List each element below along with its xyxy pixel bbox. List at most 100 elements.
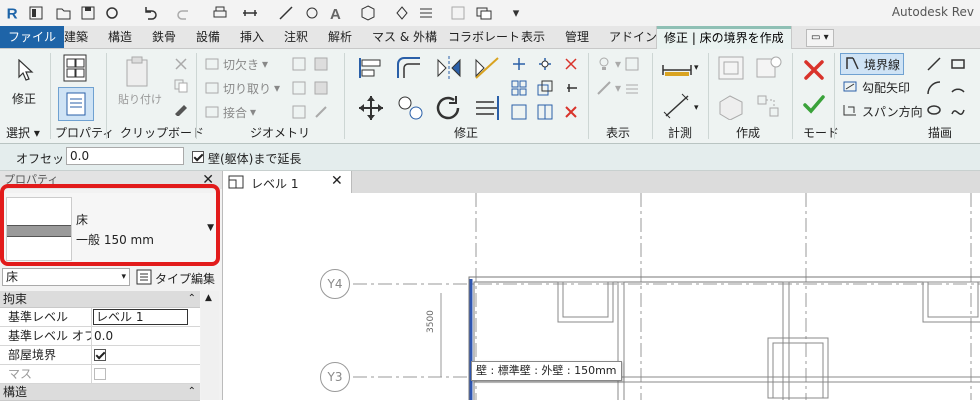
undo-icon[interactable] — [140, 3, 160, 23]
trim-extend-icon[interactable] — [470, 93, 504, 123]
align-icon[interactable] — [354, 53, 388, 83]
base-level-value[interactable]: レベル 1 — [93, 309, 188, 325]
dimension-icon[interactable] — [660, 91, 694, 121]
line-tool-icon[interactable] — [924, 55, 944, 73]
instance-filter-select[interactable]: 床 ▾ — [2, 268, 130, 286]
category-constraints[interactable]: 拘束 ⌃ — [0, 291, 200, 308]
open-file-icon[interactable] — [54, 3, 74, 23]
unpin-icon[interactable] — [562, 79, 580, 97]
move-icon[interactable] — [354, 93, 388, 123]
type-dropdown-icon[interactable]: ▼ — [207, 223, 214, 233]
paste-button[interactable]: 貼り付け — [118, 91, 162, 107]
edit-type-button[interactable]: タイプ編集 — [136, 269, 215, 288]
measure-dropdown-icon[interactable]: ▾ — [694, 63, 699, 73]
demolish-icon[interactable] — [290, 103, 308, 121]
tab-structure[interactable]: 構造 — [108, 26, 132, 48]
tab-annotate[interactable]: 注釈 — [284, 26, 308, 48]
modify-button[interactable]: 修正 — [12, 90, 36, 107]
ribbon-minimize-icon[interactable]: ▭ ▾ — [806, 29, 834, 47]
type-properties-icon[interactable] — [58, 53, 94, 83]
join-button[interactable]: 接合 ▾ — [204, 103, 256, 121]
type-selector[interactable]: 床 一般 150 mm ▼ — [2, 193, 220, 265]
move-small-icon[interactable] — [510, 55, 528, 73]
tab-architecture[interactable]: 建築 — [64, 26, 88, 48]
tab-insert[interactable]: 挿入 — [240, 26, 264, 48]
tab-massing-site[interactable]: マス & 外構 — [372, 26, 437, 48]
properties-close-icon[interactable]: ✕ — [202, 171, 214, 189]
properties-toggle-icon[interactable] — [58, 87, 94, 121]
3d-view-icon[interactable] — [358, 3, 378, 23]
sync-icon[interactable] — [102, 3, 122, 23]
rotate-icon[interactable] — [432, 93, 466, 123]
span-direction-button[interactable]: スパン方向 — [842, 101, 923, 121]
tag-icon[interactable] — [302, 3, 322, 23]
scroll-up-icon[interactable]: ▲ — [205, 293, 212, 303]
tab-collaborate[interactable]: コラボレート — [448, 26, 520, 48]
customize-qat-icon[interactable]: ▾ — [506, 3, 526, 23]
print-icon[interactable] — [210, 3, 230, 23]
copy-icon[interactable] — [172, 77, 190, 95]
offset-input[interactable]: 0.0 — [66, 147, 184, 165]
category-structure[interactable]: 構造 ⌃ — [0, 384, 200, 401]
slope-arrow-button[interactable]: 勾配矢印 — [842, 77, 910, 97]
collapse-icon[interactable]: ⌃ — [188, 384, 196, 400]
tab-analyze[interactable]: 解析 — [328, 26, 352, 48]
text-icon[interactable]: A — [326, 3, 346, 23]
rectangle-tool-icon[interactable] — [948, 55, 968, 73]
create-group-icon[interactable] — [752, 53, 786, 83]
pin-icon[interactable] — [536, 103, 554, 121]
mirror-draw-axis-icon[interactable] — [470, 53, 504, 83]
paint-icon[interactable] — [290, 79, 308, 97]
mirror-pick-axis-icon[interactable] — [432, 53, 466, 83]
tab-modify-floor-boundary[interactable]: 修正 | 床の境界を作成 — [656, 26, 792, 49]
base-offset-value[interactable]: 0.0 — [92, 327, 200, 345]
view-tab-level-1[interactable]: レベル 1 ✕ — [223, 171, 352, 193]
grid-bubble-y4[interactable]: Y4 — [320, 269, 350, 299]
cut-geometry-button[interactable]: 切り取り ▾ — [204, 79, 280, 97]
room-bounding-checkbox[interactable] — [94, 349, 106, 361]
panel-select-label[interactable]: 選択 ▾ — [6, 125, 40, 141]
finish-edit-mode-icon[interactable] — [800, 91, 828, 117]
revit-logo-icon[interactable]: R — [2, 1, 24, 25]
aligned-dimension-icon[interactable] — [276, 3, 296, 23]
spline-tool-icon[interactable] — [948, 101, 968, 119]
cut-icon[interactable] — [172, 55, 190, 73]
boundary-line-button[interactable]: 境界線 — [840, 53, 905, 75]
create-similar-icon[interactable] — [752, 91, 786, 121]
measure-distance-icon[interactable] — [660, 59, 694, 81]
grid-bubble-y3[interactable]: Y3 — [320, 362, 350, 392]
wall-joins-icon[interactable] — [290, 55, 308, 73]
tab-systems[interactable]: 設備 — [196, 26, 220, 48]
tab-steel[interactable]: 鉄骨 — [152, 26, 176, 48]
scale-icon[interactable] — [536, 79, 554, 97]
remove-paint-icon[interactable] — [312, 79, 330, 97]
measure-icon[interactable] — [240, 3, 260, 23]
save-icon[interactable] — [78, 3, 98, 23]
tab-addins[interactable]: アドイン — [609, 26, 657, 48]
properties-scrollbar[interactable]: ▲ — [201, 291, 219, 400]
copy-element-icon[interactable] — [536, 55, 554, 73]
redo-icon[interactable] — [174, 3, 194, 23]
drawing-canvas[interactable]: Y4 Y3 3500 壁 : 標準壁 : 外壁 : 150mm — [223, 193, 980, 400]
split-face-icon[interactable] — [312, 55, 330, 73]
info-center-icon[interactable] — [26, 3, 46, 23]
trim-icon[interactable] — [562, 55, 580, 73]
paste-icon[interactable] — [120, 55, 154, 89]
arc-tool-icon[interactable] — [924, 79, 944, 97]
create-parts-icon[interactable] — [714, 91, 748, 121]
dimension-dropdown-icon[interactable]: ▾ — [694, 103, 699, 113]
collapse-icon[interactable]: ⌃ — [188, 291, 196, 307]
switch-windows-icon[interactable] — [474, 3, 494, 23]
tab-manage[interactable]: 管理 — [565, 26, 589, 48]
tab-file[interactable]: ファイル — [0, 26, 65, 48]
close-hidden-icon[interactable] — [448, 3, 468, 23]
offset-icon[interactable] — [392, 53, 426, 83]
section-icon[interactable] — [392, 3, 412, 23]
extend-into-wall-checkbox[interactable] — [192, 151, 204, 163]
thin-lines-icon[interactable] — [416, 3, 436, 23]
center-arc-icon[interactable] — [948, 79, 968, 97]
cope-button[interactable]: 切欠き ▾ — [204, 55, 268, 73]
delete-icon[interactable] — [562, 103, 580, 121]
ellipse-tool-icon[interactable] — [924, 101, 944, 119]
array-icon[interactable] — [510, 79, 528, 97]
